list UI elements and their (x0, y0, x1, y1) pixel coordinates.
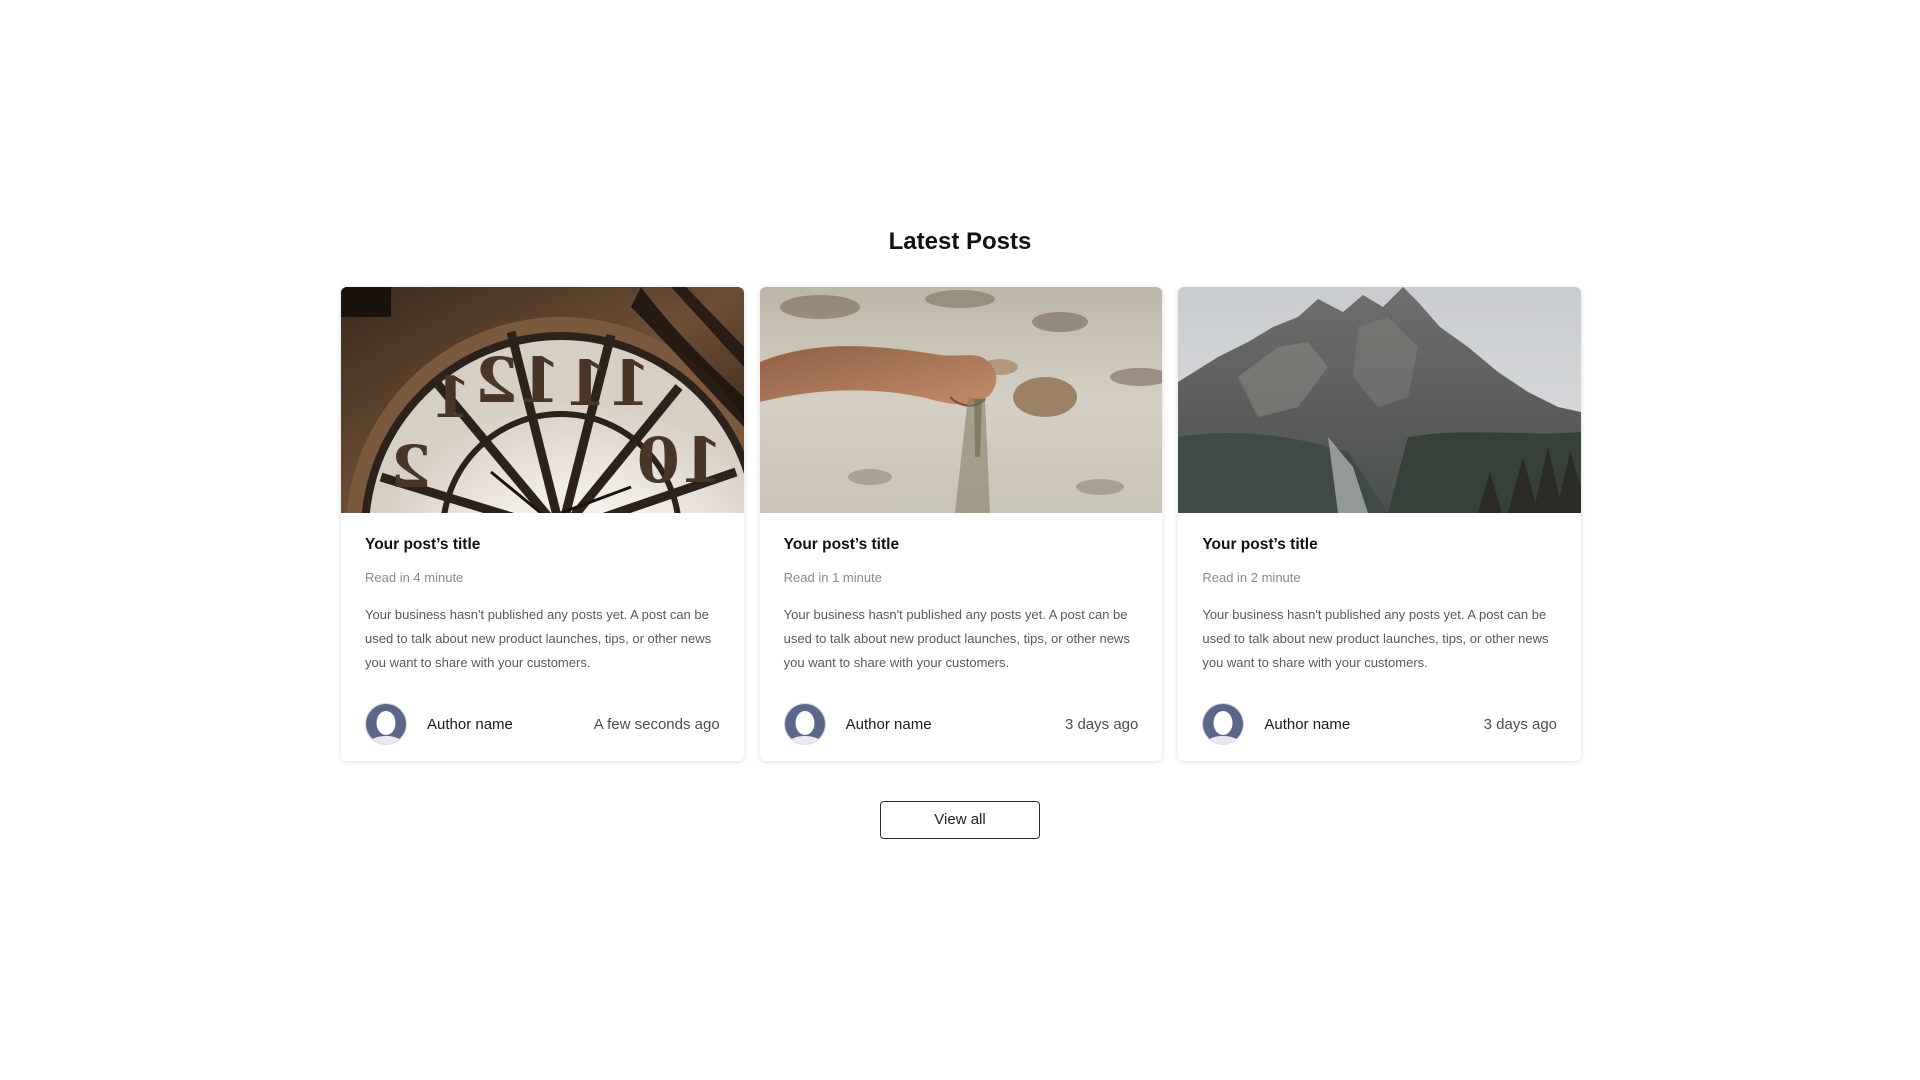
post-date: 3 days ago (1064, 715, 1139, 733)
svg-text:12: 12 (475, 344, 561, 417)
svg-text:11: 11 (565, 347, 651, 420)
read-time: Read in 2 minute (1202, 570, 1301, 585)
posts-grid: 12 11 1 2 10 Your post’s title Read in 4… (341, 287, 1582, 761)
post-card[interactable]: 12 11 1 2 10 Your post’s title Read in 4… (341, 287, 744, 761)
svg-text:10: 10 (637, 424, 723, 497)
default-avatar-icon[interactable] (365, 703, 407, 745)
post-title[interactable]: Your post’s title (784, 535, 1139, 555)
post-card[interactable]: Your post’s title Read in 1 minute Your … (759, 287, 1163, 761)
svg-text:2: 2 (391, 433, 431, 501)
author-name[interactable]: Author name (1264, 716, 1483, 733)
post-card-footer: Author name 3 days ago (1202, 701, 1557, 747)
mountain-photo[interactable] (1178, 287, 1582, 513)
sand-hand-photo[interactable] (759, 287, 1163, 513)
post-title[interactable]: Your post’s title (365, 535, 720, 555)
post-date: 3 days ago (1483, 715, 1558, 733)
section-title: Latest Posts (888, 228, 1032, 255)
post-excerpt: Your business hasn't published any posts… (1202, 607, 1549, 670)
post-date: A few seconds ago (593, 715, 720, 733)
read-time: Read in 1 minute (783, 570, 882, 585)
post-card-body: Your post’s title Read in 1 minute Your … (760, 513, 1163, 675)
post-card-body: Your post’s title Read in 4 minute Your … (341, 513, 744, 675)
read-time: Read in 4 minute (365, 570, 464, 585)
default-avatar-icon[interactable] (783, 703, 826, 745)
post-excerpt: Your business hasn't published any posts… (365, 607, 712, 670)
author-name[interactable]: Author name (846, 716, 1065, 733)
post-card-footer: Author name A few seconds ago (365, 701, 720, 747)
post-excerpt: Your business hasn't published any posts… (783, 607, 1130, 670)
svg-text:1: 1 (432, 365, 471, 431)
post-card-body: Your post’s title Read in 2 minute Your … (1178, 513, 1581, 675)
post-card-footer: Author name 3 days ago (783, 701, 1139, 747)
post-card[interactable]: Your post’s title Read in 2 minute Your … (1178, 287, 1582, 761)
default-avatar-icon[interactable] (1202, 703, 1245, 745)
clock-photo[interactable]: 12 11 1 2 10 (341, 287, 744, 513)
post-title[interactable]: Your post’s title (1202, 535, 1557, 555)
view-all-button[interactable]: View all (880, 801, 1040, 839)
latest-posts-page: Latest Posts 12 11 1 2 10 Your post’s ti… (0, 0, 1920, 1080)
author-name[interactable]: Author name (427, 716, 594, 733)
